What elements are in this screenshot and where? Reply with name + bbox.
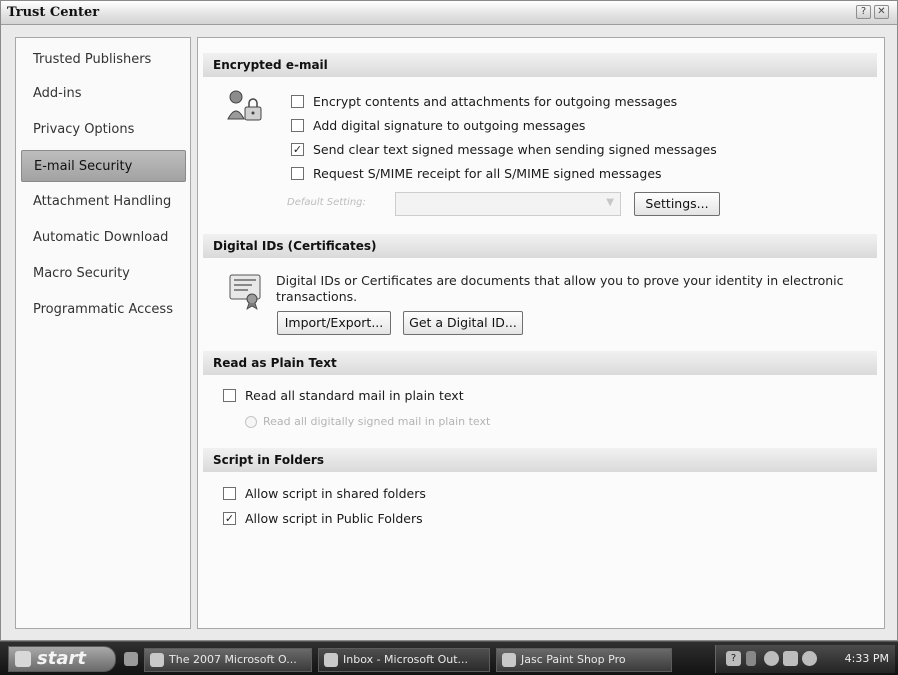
taskbar-item-outlook[interactable]: Inbox - Microsoft Out... bbox=[318, 648, 490, 672]
section-header-plain-text: Read as Plain Text bbox=[203, 351, 877, 375]
nav-item-add-ins[interactable]: Add-ins bbox=[21, 78, 186, 110]
taskbar-item-paint-shop-label: Jasc Paint Shop Pro bbox=[521, 653, 626, 666]
window-title: Trust Center bbox=[7, 5, 100, 20]
settings-button-label: Settings... bbox=[645, 196, 709, 211]
network-tray-icon[interactable] bbox=[746, 651, 756, 666]
section-header-digital-ids: Digital IDs (Certificates) bbox=[203, 234, 877, 258]
chevron-down-icon: ▼ bbox=[606, 197, 614, 208]
trust-center-window: Trust Center ? ✕ Trusted Publishers Add-… bbox=[0, 0, 898, 641]
certificate-icon bbox=[227, 271, 267, 311]
outlook-tray-icon[interactable] bbox=[783, 651, 798, 666]
read-plain-text-label: Read all standard mail in plain text bbox=[245, 388, 464, 403]
taskbar-item-outlook-label: Inbox - Microsoft Out... bbox=[343, 653, 469, 666]
windows-logo-icon bbox=[15, 651, 31, 667]
start-button[interactable]: start bbox=[8, 646, 116, 672]
digital-ids-description: Digital IDs or Certificates are document… bbox=[276, 273, 844, 304]
start-label: start bbox=[37, 648, 86, 669]
help-tray-icon[interactable]: ? bbox=[726, 651, 741, 666]
default-setting-select: ▼ bbox=[395, 192, 621, 216]
shield-tray-icon[interactable] bbox=[802, 651, 817, 666]
paint-shop-icon bbox=[502, 653, 516, 667]
add-signature-label: Add digital signature to outgoing messag… bbox=[313, 118, 586, 133]
script-shared-folders-checkbox[interactable] bbox=[223, 487, 236, 500]
security-tray-icon[interactable] bbox=[764, 651, 779, 666]
read-signed-plain-text-radio bbox=[245, 416, 257, 428]
send-clear-text-checkbox[interactable]: ✓ bbox=[291, 143, 304, 156]
browser-icon bbox=[150, 653, 164, 667]
script-public-folders-checkbox[interactable]: ✓ bbox=[223, 512, 236, 525]
default-setting-label: Default Setting: bbox=[287, 197, 366, 208]
encrypted-email-icon bbox=[223, 85, 267, 129]
request-receipt-checkbox[interactable] bbox=[291, 167, 304, 180]
import-export-button[interactable]: Import/Export... bbox=[277, 311, 391, 335]
add-signature-checkbox[interactable] bbox=[291, 119, 304, 132]
help-button[interactable]: ? bbox=[856, 5, 871, 19]
import-export-button-label: Import/Export... bbox=[284, 315, 384, 330]
clock: 4:33 PM bbox=[844, 652, 889, 665]
request-receipt-label: Request S/MIME receipt for all S/MIME si… bbox=[313, 166, 662, 181]
title-bar[interactable]: Trust Center ? ✕ bbox=[1, 1, 897, 25]
outlook-icon bbox=[324, 653, 338, 667]
taskbar-item-ie[interactable]: The 2007 Microsoft O... bbox=[144, 648, 312, 672]
nav-item-trusted-publishers[interactable]: Trusted Publishers bbox=[21, 44, 186, 76]
nav-item-email-security[interactable]: E-mail Security bbox=[21, 150, 186, 182]
encrypt-contents-label: Encrypt contents and attachments for out… bbox=[313, 94, 678, 109]
system-tray: ? 4:33 PM bbox=[715, 645, 895, 673]
nav-item-programmatic-access[interactable]: Programmatic Access bbox=[21, 294, 186, 326]
section-header-encrypted-email: Encrypted e-mail bbox=[203, 53, 877, 77]
settings-button[interactable]: Settings... bbox=[634, 192, 720, 216]
send-clear-text-label: Send clear text signed message when send… bbox=[313, 142, 717, 157]
close-button[interactable]: ✕ bbox=[874, 5, 889, 19]
quick-launch-icon[interactable] bbox=[124, 652, 138, 666]
read-plain-text-checkbox[interactable] bbox=[223, 389, 236, 402]
script-shared-folders-label: Allow script in shared folders bbox=[245, 486, 426, 501]
nav-item-automatic-download[interactable]: Automatic Download bbox=[21, 222, 186, 254]
get-digital-id-button[interactable]: Get a Digital ID... bbox=[403, 311, 523, 335]
taskbar: start The 2007 Microsoft O... Inbox - Mi… bbox=[0, 641, 898, 675]
get-digital-id-button-label: Get a Digital ID... bbox=[409, 315, 517, 330]
taskbar-item-ie-label: The 2007 Microsoft O... bbox=[169, 653, 297, 666]
section-header-script-folders: Script in Folders bbox=[203, 448, 877, 472]
script-public-folders-label: Allow script in Public Folders bbox=[245, 511, 423, 526]
taskbar-item-paint-shop[interactable]: Jasc Paint Shop Pro bbox=[496, 648, 672, 672]
nav-item-privacy-options[interactable]: Privacy Options bbox=[21, 114, 186, 146]
nav-item-attachment-handling[interactable]: Attachment Handling bbox=[21, 186, 186, 218]
category-nav: Trusted Publishers Add-ins Privacy Optio… bbox=[15, 37, 191, 629]
nav-item-macro-security[interactable]: Macro Security bbox=[21, 258, 186, 290]
read-signed-plain-text-label: Read all digitally signed mail in plain … bbox=[263, 415, 491, 428]
encrypt-contents-checkbox[interactable] bbox=[291, 95, 304, 108]
